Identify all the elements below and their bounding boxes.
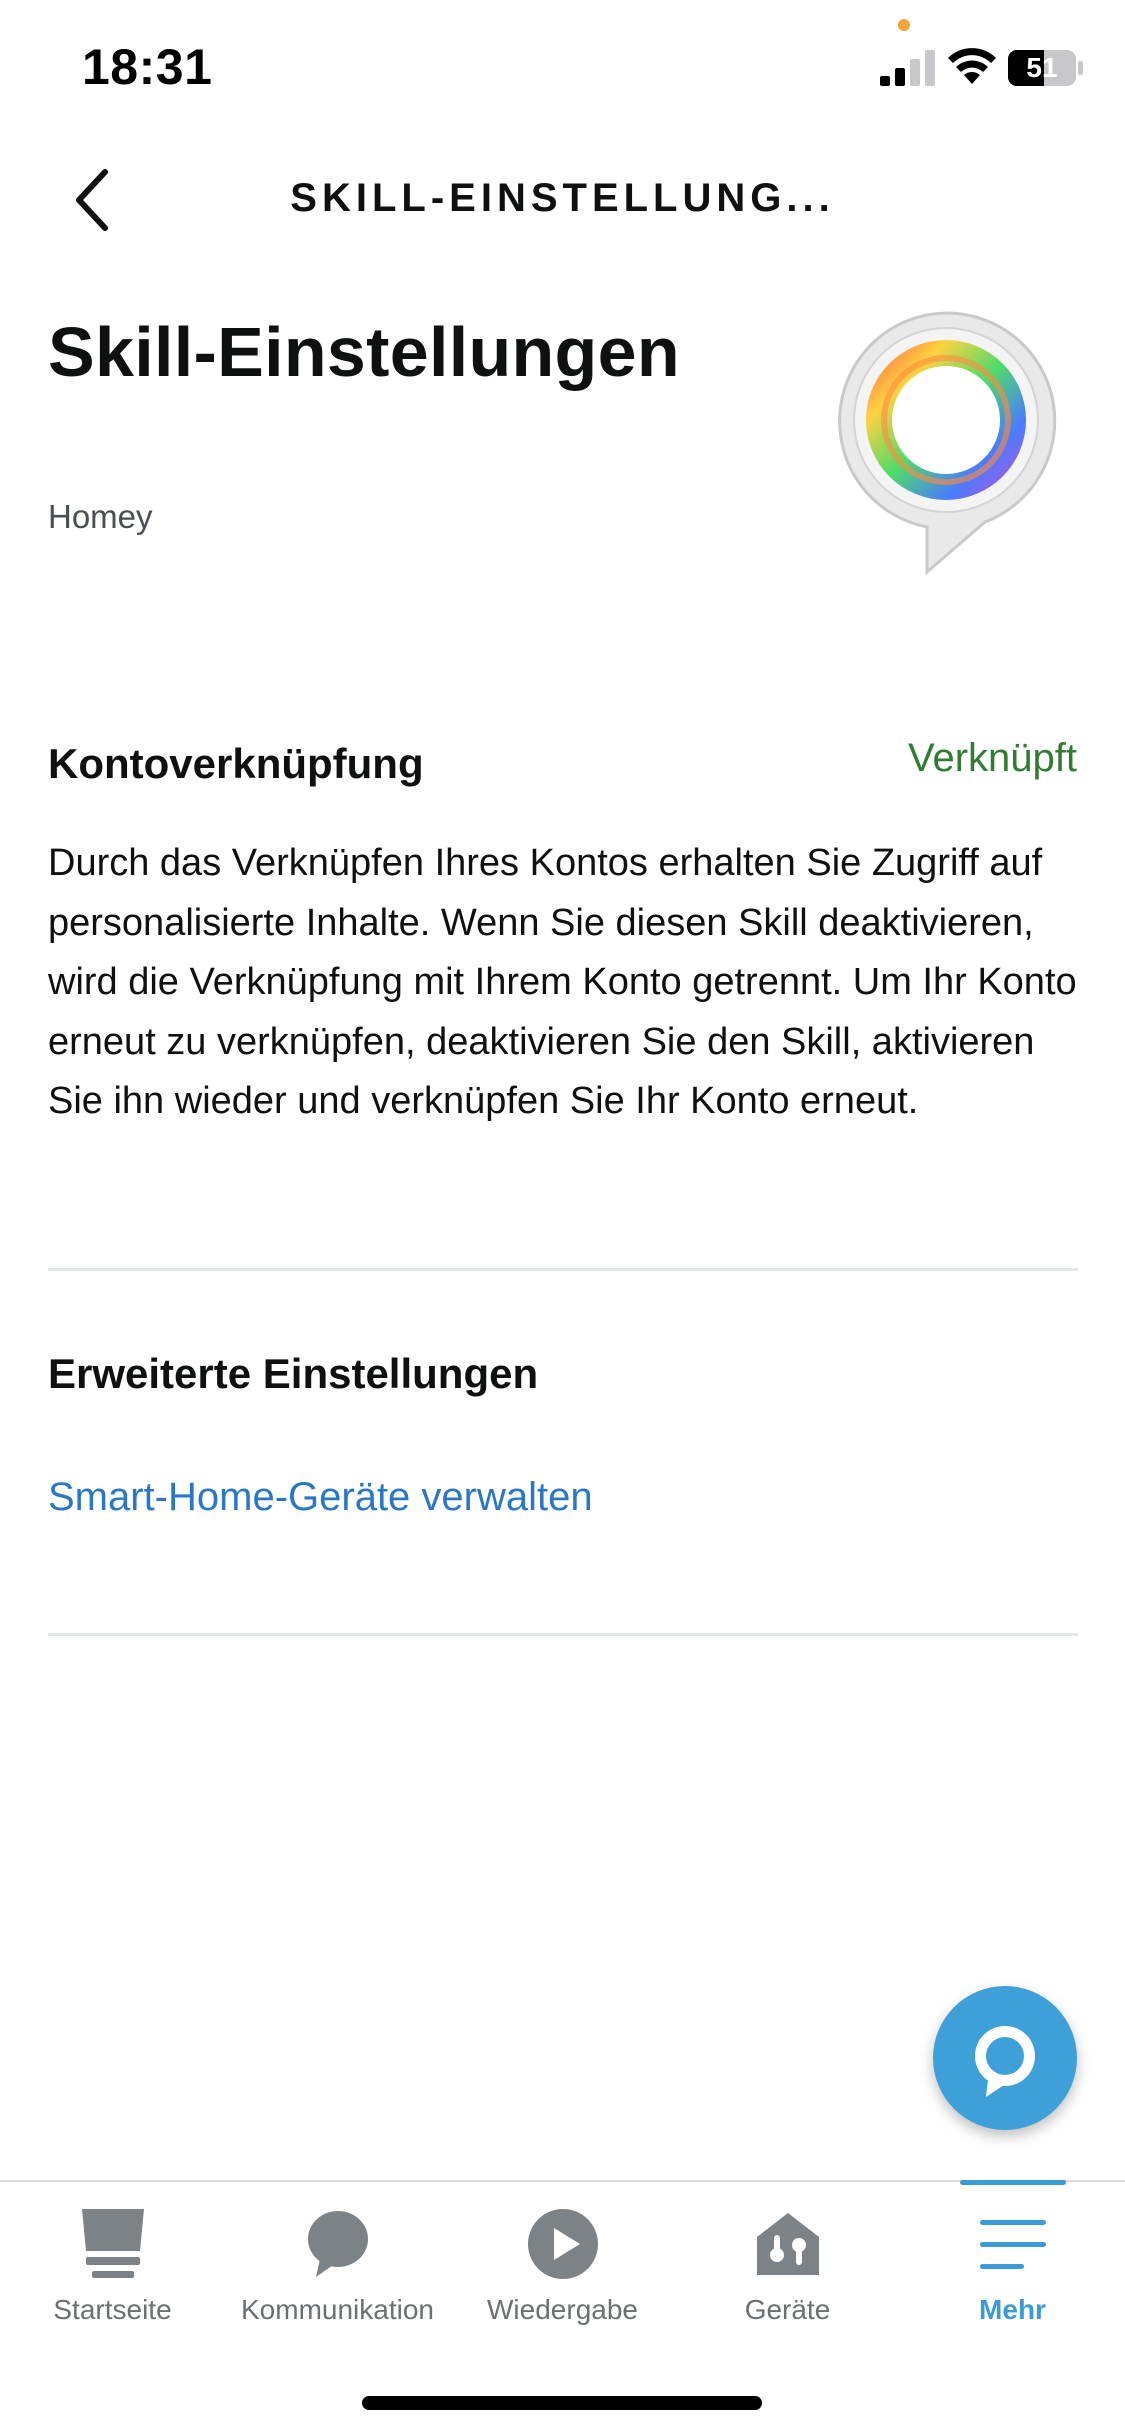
alexa-button[interactable] [933,1986,1077,2130]
advanced-settings-heading: Erweiterte Einstellungen [48,1350,539,1397]
page-title: Skill-Einstellungen [48,313,680,391]
tab-kommunikation[interactable]: Kommunikation [225,2182,450,2342]
status-bar: 18:31 51 [0,0,1125,130]
account-linking-description: Durch das Verknüpfen Ihres Kontos erhalt… [48,842,1077,1122]
tab-mehr[interactable]: Mehr [900,2182,1125,2342]
manage-smart-home-devices-link[interactable]: Smart-Home-Geräte verwalten [48,1475,593,1520]
tab-startseite[interactable]: Startseite [0,2182,225,2342]
tab-label: Wiedergabe [487,2294,638,2325]
tab-label: Geräte [744,2294,831,2325]
section-divider [48,1633,1078,1636]
linked-status: Verknüpft [907,736,1077,780]
alexa-icon [975,2026,1035,2097]
tab-geraete[interactable]: Geräte [675,2182,900,2342]
chevron-left-icon [76,169,108,231]
section-divider [48,1268,1078,1271]
tab-label: Kommunikation [241,2294,434,2325]
tab-wiedergabe[interactable]: Wiedergabe [450,2182,675,2342]
home-indicator[interactable] [362,2396,762,2410]
menu-icon [979,2220,1046,2269]
screen: 18:31 51 SKILL-EINSTELLUNG... Skill-Eins… [0,0,1125,2436]
status-time: 18:31 [82,39,213,95]
cellular-signal-icon [880,50,935,86]
skill-provider: Homey [48,498,153,535]
battery-level: 51 [1026,52,1058,83]
chat-bubble-icon [307,2211,368,2277]
privacy-indicator-dot [898,19,910,31]
tab-label: Startseite [53,2294,172,2325]
account-linking-heading: Kontoverknüpfung [48,740,424,787]
tab-label: Mehr [979,2294,1046,2325]
nav-header: SKILL-EINSTELLUNG... [0,150,1125,250]
home-icon [81,2209,144,2278]
play-icon [527,2209,598,2279]
wifi-icon [948,48,996,84]
back-button[interactable] [56,162,126,238]
devices-icon [756,2213,819,2275]
homey-skill-logo-icon [838,311,1057,576]
nav-title: SKILL-EINSTELLUNG... [290,176,835,220]
